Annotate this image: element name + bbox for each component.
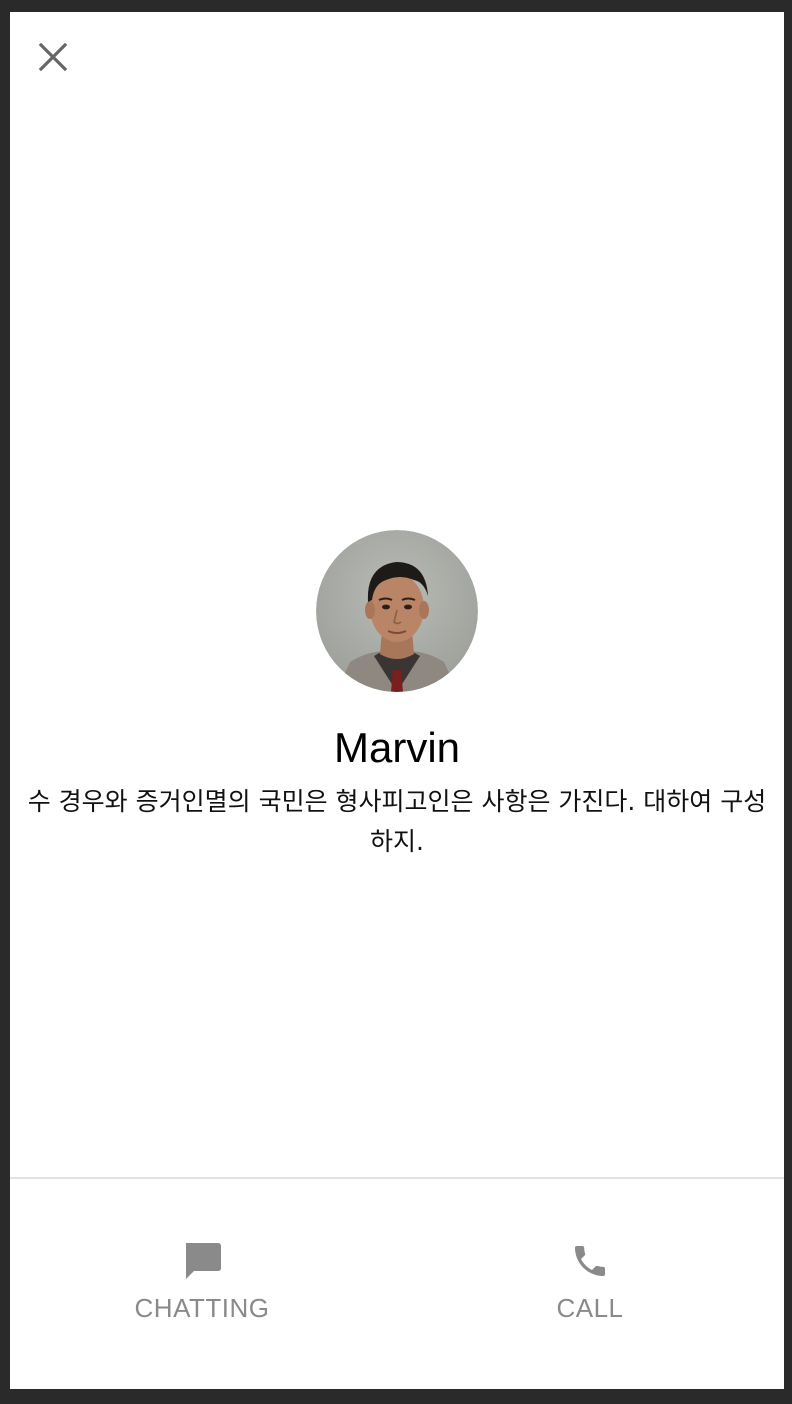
call-button[interactable]: CALL bbox=[470, 1239, 710, 1323]
call-label: CALL bbox=[556, 1293, 624, 1323]
phone-icon bbox=[575, 1246, 605, 1276]
status-message: 수 경우와 증거인멸의 국민은 형사피고인은 사항은 가진다. 대하여 구성하지… bbox=[27, 787, 767, 856]
chat-bubble-icon bbox=[186, 1243, 221, 1279]
close-button[interactable] bbox=[32, 36, 74, 78]
chatting-button[interactable]: CHATTING bbox=[82, 1239, 322, 1323]
action-bar: CHATTING CALL bbox=[10, 1179, 784, 1389]
chatting-label: CHATTING bbox=[134, 1293, 270, 1323]
profile-section: Marvin 수 경우와 증거인멸의 국민은 형사피고인은 사항은 가진다. 대… bbox=[10, 530, 784, 862]
close-icon bbox=[38, 42, 68, 72]
profile-screen: Marvin 수 경우와 증거인멸의 국민은 형사피고인은 사항은 가진다. 대… bbox=[10, 12, 784, 1389]
avatar[interactable] bbox=[316, 530, 478, 692]
contact-name: Marvin bbox=[333, 724, 461, 771]
